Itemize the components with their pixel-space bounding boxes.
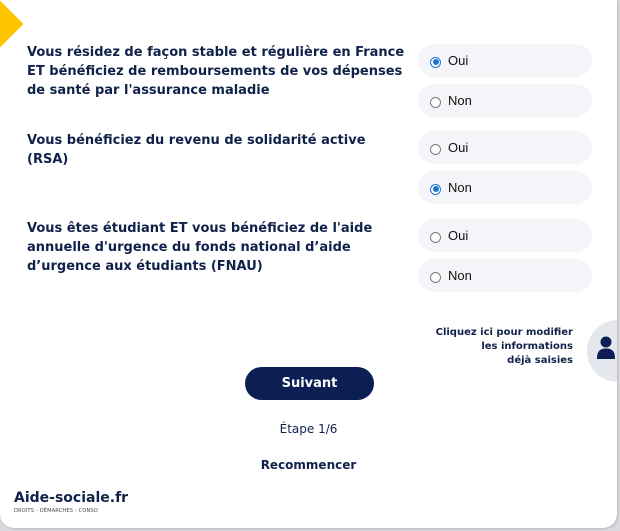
option-label: Non [448, 93, 472, 108]
next-button[interactable]: Suivant [245, 367, 374, 400]
question-3: Vous êtes étudiant ET vous bénéficiez de… [27, 221, 373, 274]
option-label: Oui [448, 53, 469, 68]
q2-option-oui[interactable]: Oui [418, 131, 592, 164]
step-indicator: Étape 1/6 [279, 422, 338, 436]
q3-option-non[interactable]: Non [418, 259, 592, 292]
q1-option-non[interactable]: Non [418, 84, 592, 117]
modify-line-1: Cliquez ici pour modifier [435, 327, 573, 338]
form-card: Vous résidez de façon stable et régulièr… [0, 0, 617, 528]
brand-name: Aide-sociale.fr [14, 490, 129, 506]
radio-checked-icon[interactable] [430, 183, 441, 195]
question-1: Vous résidez de façon stable et régulièr… [27, 45, 405, 98]
q3-option-oui[interactable]: Oui [418, 219, 592, 252]
q1-option-oui[interactable]: Oui [418, 44, 592, 77]
option-label: Non [448, 268, 472, 283]
modify-info-link[interactable]: Cliquez ici pour modifier les informatio… [436, 326, 573, 368]
radio-unchecked-icon[interactable] [430, 143, 441, 155]
option-label: Oui [448, 140, 469, 155]
question-2: Vous bénéficiez du revenu de solidarité … [27, 133, 366, 167]
modify-line-3: déjà saisies [507, 355, 573, 366]
user-icon [597, 336, 615, 359]
brand-logo[interactable]: Aide-sociale.fr DROITS - DÉMARCHES - CON… [14, 490, 128, 514]
radio-checked-icon[interactable] [430, 56, 441, 68]
user-profile-button[interactable] [587, 320, 617, 382]
option-label: Non [448, 180, 472, 195]
radio-unchecked-icon[interactable] [430, 96, 441, 108]
q2-option-non[interactable]: Non [418, 171, 592, 204]
decorative-diamond [0, 0, 24, 50]
radio-unchecked-icon[interactable] [430, 231, 441, 243]
modify-line-2: les informations [481, 341, 573, 352]
restart-link[interactable]: Recommencer [0, 458, 617, 472]
option-label: Oui [448, 228, 469, 243]
radio-unchecked-icon[interactable] [430, 271, 441, 283]
brand-tagline: DROITS - DÉMARCHES - CONSO [14, 508, 98, 514]
